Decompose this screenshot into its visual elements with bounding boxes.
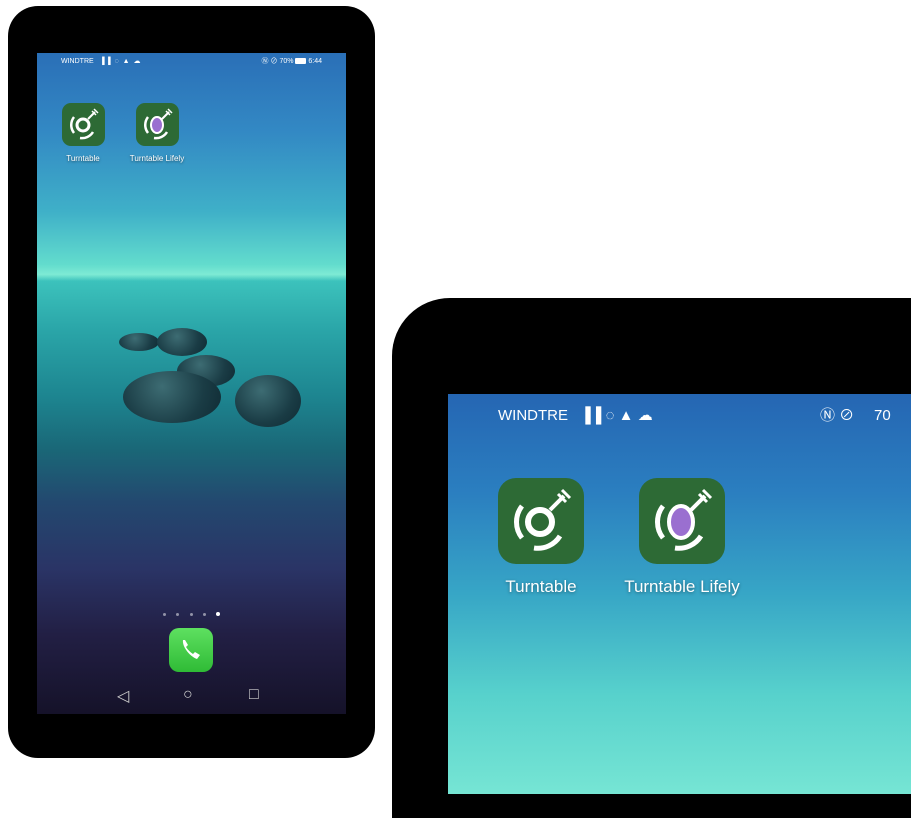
phone-app-button[interactable] (169, 628, 213, 672)
home-screen: WINDTRE ▐▐ ◌ ▲ ☁ Ⓝ ⊘ 70% 6:44 Turntable … (37, 53, 346, 714)
page-dot[interactable] (202, 613, 206, 616)
zoomed-phone-frame: WINDTRE ▐▐ ◌ ▲ ☁ Ⓝ ⊘ 70 Turntable Turnta… (392, 298, 911, 818)
turntable-lifely-icon (639, 478, 725, 564)
recents-button[interactable]: □ (249, 686, 259, 704)
app-label: Turntable Lifely (129, 154, 185, 163)
turntable-icon (498, 478, 584, 564)
phone-icon (182, 640, 200, 659)
zoomed-app-turntable[interactable]: Turntable (493, 478, 589, 597)
battery-percent: 70% (279, 58, 294, 65)
app-label: Turntable (505, 577, 577, 596)
wallpaper-rock (157, 328, 207, 356)
signal-wifi-icons: ▐▐ ◌ ▲ ☁ (580, 407, 653, 424)
page-dot[interactable] (176, 613, 180, 616)
carrier-name: WINDTRE (498, 407, 568, 424)
turntable-icon (61, 103, 105, 146)
nfc-dnd-icons: Ⓝ ⊘ (261, 58, 278, 65)
phone-frame: WINDTRE ▐▐ ◌ ▲ ☁ Ⓝ ⊘ 70% 6:44 Turntable … (8, 6, 375, 758)
app-turntable-lifely[interactable]: Turntable Lifely (125, 103, 189, 163)
zoomed-status-bar: WINDTRE ▐▐ ◌ ▲ ☁ Ⓝ ⊘ 70 (498, 406, 911, 426)
page-dot[interactable] (162, 613, 166, 616)
back-button[interactable]: ◁ (117, 686, 129, 706)
wallpaper-rock (123, 371, 221, 423)
app-label: Turntable Lifely (624, 577, 740, 596)
navigation-bar: ◁ ○ □ (37, 674, 346, 714)
wallpaper-rock (235, 375, 301, 427)
battery-percent-partial: 70 (874, 407, 891, 424)
home-button[interactable]: ○ (183, 686, 193, 704)
zoomed-home-screen: WINDTRE ▐▐ ◌ ▲ ☁ Ⓝ ⊘ 70 Turntable Turnta… (448, 394, 911, 794)
turntable-lifely-icon (135, 103, 179, 146)
page-dot[interactable] (189, 613, 193, 616)
page-dot-active[interactable] (216, 612, 221, 616)
app-turntable[interactable]: Turntable (61, 103, 105, 163)
wallpaper-rock (119, 333, 159, 351)
clock: 6:44 (308, 58, 322, 65)
battery-icon (295, 58, 307, 65)
carrier-name: WINDTRE (61, 58, 94, 65)
status-bar: WINDTRE ▐▐ ◌ ▲ ☁ Ⓝ ⊘ 70% 6:44 (37, 53, 346, 71)
nfc-dnd-icons: Ⓝ ⊘ (820, 407, 855, 424)
app-label: Turntable (66, 154, 100, 163)
signal-wifi-icons: ▐▐ ◌ ▲ ☁ (99, 58, 142, 65)
page-indicator (37, 603, 346, 621)
zoomed-app-turntable-lifely[interactable]: Turntable Lifely (612, 478, 752, 597)
